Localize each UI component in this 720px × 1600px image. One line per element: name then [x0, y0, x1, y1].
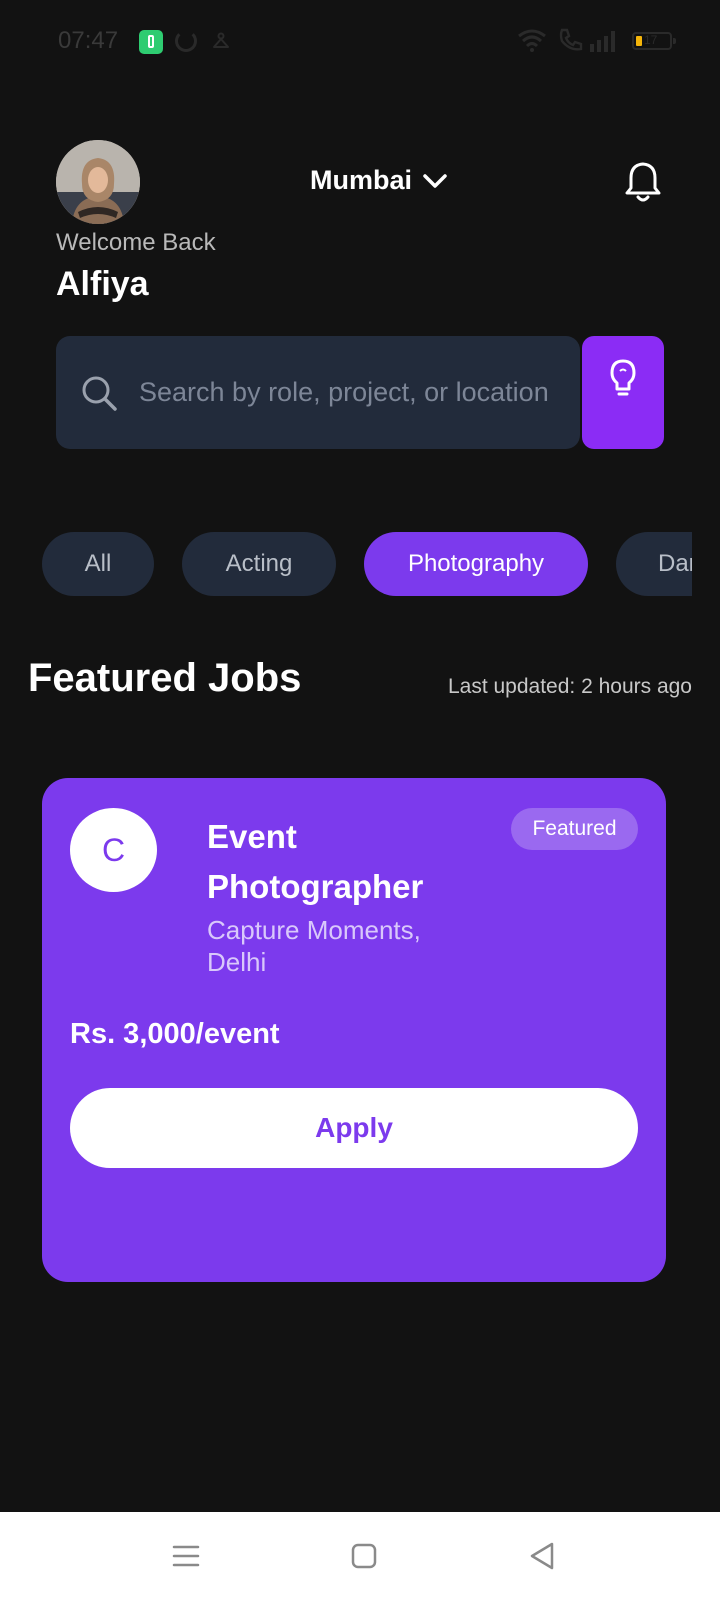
battery-saver-icon: [139, 30, 163, 54]
job-company-location: Capture Moments, Delhi: [207, 915, 421, 977]
status-bar: 07:47 17: [0, 0, 720, 84]
home-icon[interactable]: [346, 1538, 382, 1574]
system-nav-bar: [0, 1512, 720, 1600]
job-card[interactable]: C Event Photographer Capture Moments, De…: [42, 778, 666, 1282]
hanger-icon: [213, 32, 229, 48]
chip-all[interactable]: All: [42, 532, 154, 596]
company-logo: C: [70, 808, 157, 892]
location-label: Mumbai: [310, 165, 413, 195]
chip-acting[interactable]: Acting: [182, 532, 336, 596]
notification-bell-icon[interactable]: [623, 160, 663, 204]
welcome-text: Welcome Back: [56, 229, 216, 256]
featured-badge: Featured: [511, 808, 638, 850]
battery-icon: 17: [632, 32, 676, 50]
apply-button[interactable]: Apply: [70, 1088, 638, 1168]
chevron-down-icon: [423, 173, 447, 188]
category-filter: All Acting Photography Dar: [42, 532, 692, 596]
location-selector[interactable]: Mumbai: [310, 165, 448, 196]
lightbulb-icon: [610, 359, 636, 396]
job-title: Event Photographer: [207, 818, 424, 905]
search-bar: [56, 336, 580, 449]
featured-jobs-title: Featured Jobs: [28, 656, 302, 700]
back-icon[interactable]: [524, 1538, 560, 1574]
wifi-calling-icon: [559, 28, 583, 51]
profile-photo: [56, 140, 140, 224]
chip-dance[interactable]: Dar: [616, 532, 692, 596]
status-time: 07:47: [58, 27, 119, 54]
job-salary: Rs. 3,000/event: [70, 1018, 280, 1050]
menu-icon[interactable]: [168, 1538, 204, 1574]
battery-level: 17: [644, 33, 658, 47]
signal-icon: [590, 31, 615, 52]
user-name: Alfiya: [56, 265, 149, 303]
search-icon: [82, 376, 117, 411]
sync-icon: [175, 30, 197, 52]
avatar[interactable]: [56, 140, 140, 224]
wifi-icon: [518, 29, 546, 52]
search-input[interactable]: [139, 366, 561, 418]
last-updated-text: Last updated: 2 hours ago: [447, 675, 692, 698]
suggestions-button[interactable]: [582, 336, 664, 449]
chip-photography[interactable]: Photography: [364, 532, 588, 596]
